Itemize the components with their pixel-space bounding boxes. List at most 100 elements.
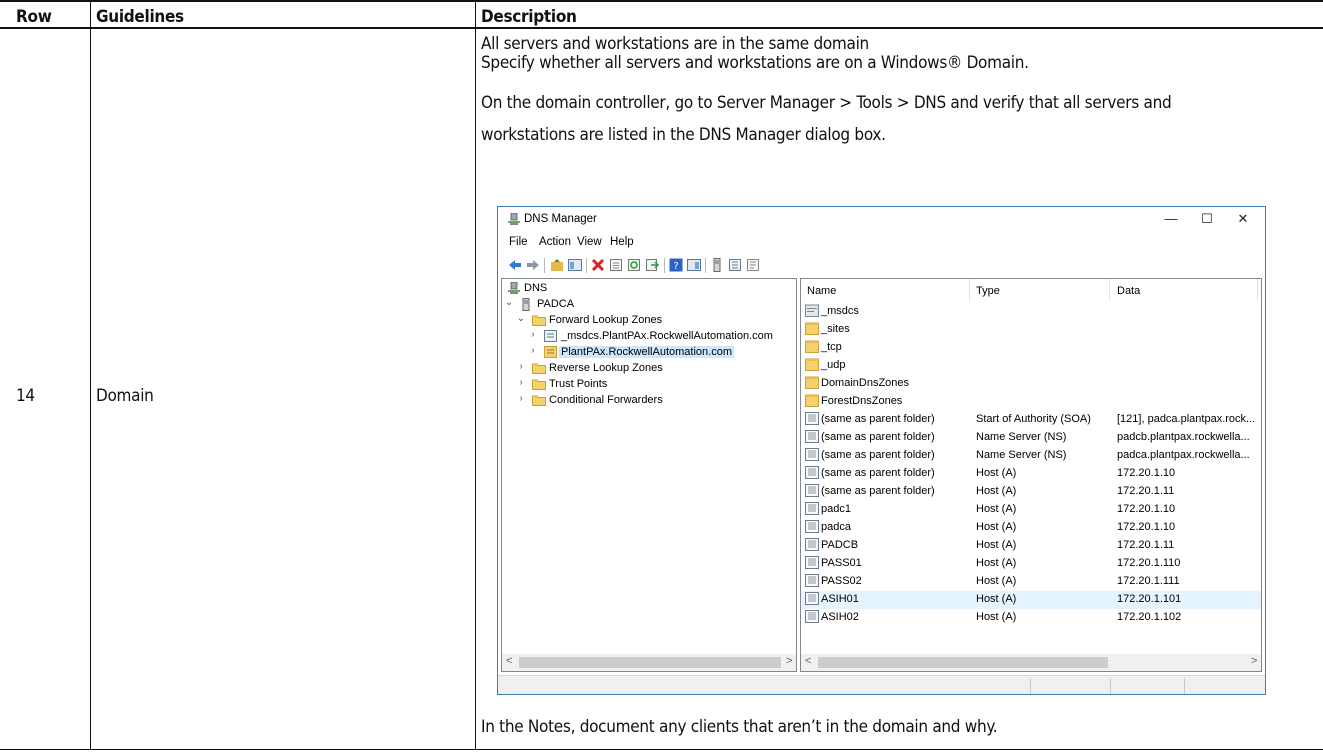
status-bar <box>498 675 1265 694</box>
column-type-header[interactable]: Type <box>976 285 1000 297</box>
minimize-button[interactable]: — <box>1154 209 1188 229</box>
tree-item-msdcs-zone[interactable]: › _msdcs.PlantPAx.RockwellAutomation.com <box>528 329 796 345</box>
table-row[interactable]: ASIH02 Host (A) 172.20.1.102 <box>801 609 1261 627</box>
scroll-right-icon[interactable]: > <box>786 655 792 667</box>
tree-label: PlantPAx.RockwellAutomation.com <box>559 346 734 358</box>
refresh-icon[interactable] <box>627 258 641 272</box>
table-row[interactable]: ASIH01 Host (A) 172.20.1.101 <box>801 591 1261 609</box>
record-type: Host (A) <box>976 521 1017 533</box>
record-name: _msdcs <box>821 305 859 317</box>
folder-icon <box>532 363 546 374</box>
zone-icon[interactable] <box>728 258 742 272</box>
column-divider[interactable] <box>1257 279 1258 301</box>
chevron-right-icon[interactable]: › <box>528 329 538 340</box>
menu-action[interactable]: Action <box>539 236 571 248</box>
tree-item-trust-points[interactable]: › Trust Points <box>516 377 786 393</box>
scroll-right-icon[interactable]: > <box>1251 655 1257 667</box>
record-data: 172.20.1.11 <box>1117 485 1175 497</box>
table-row[interactable]: _msdcs <box>801 303 1261 321</box>
tree-item-conditional-forwarders[interactable]: › Conditional Forwarders <box>516 393 786 409</box>
scroll-left-icon[interactable]: < <box>805 655 811 667</box>
record-name: PASS02 <box>821 575 862 587</box>
record-type: Host (A) <box>976 485 1017 497</box>
record-icon <box>805 484 819 500</box>
forward-arrow-icon[interactable] <box>526 258 540 272</box>
column-data-header[interactable]: Data <box>1117 285 1140 297</box>
show-hide-tree-icon[interactable] <box>568 258 582 272</box>
description-text: Specify whether all servers and workstat… <box>481 53 1029 73</box>
table-row[interactable]: _udp <box>801 357 1261 375</box>
export-list-icon[interactable] <box>645 258 659 272</box>
table-row[interactable]: PASS02 Host (A) 172.20.1.111 <box>801 573 1261 591</box>
table-row[interactable]: PASS01 Host (A) 172.20.1.110 <box>801 555 1261 573</box>
table-row[interactable]: (same as parent folder) Name Server (NS) p… <box>801 447 1261 465</box>
server-icon <box>522 298 530 311</box>
table-row[interactable]: PADCB Host (A) 172.20.1.11 <box>801 537 1261 555</box>
server-icon[interactable] <box>710 258 724 272</box>
table-row[interactable]: (same as parent folder) Start of Authorit… <box>801 411 1261 429</box>
record-type: Host (A) <box>976 557 1017 569</box>
menu-view[interactable]: View <box>577 236 602 248</box>
table-row[interactable]: _sites <box>801 321 1261 339</box>
toolbar-separator <box>705 258 706 273</box>
tree-label: Trust Points <box>549 378 608 390</box>
chevron-right-icon[interactable]: › <box>528 345 538 356</box>
window-title: DNS Manager <box>524 213 597 225</box>
chevron-down-icon[interactable]: ⌄ <box>516 313 526 324</box>
tree-item-padca[interactable]: ⌄ PADCA <box>504 297 784 313</box>
header-guidelines: Guidelines <box>96 7 184 27</box>
tree-item-dns[interactable]: DNS <box>504 281 784 297</box>
column-name-header[interactable]: Name <box>807 285 836 297</box>
menu-help[interactable]: Help <box>610 236 634 248</box>
scroll-thumb[interactable] <box>818 657 1108 668</box>
table-row[interactable]: ForestDnsZones <box>801 393 1261 411</box>
record-name: (same as parent folder) <box>821 413 935 425</box>
column-divider <box>475 0 476 750</box>
maximize-button[interactable]: ☐ <box>1190 209 1224 229</box>
record-icon <box>805 502 819 518</box>
column-divider[interactable] <box>969 279 970 301</box>
record-name: (same as parent folder) <box>821 449 935 461</box>
menu-file[interactable]: File <box>509 236 528 248</box>
tree-item-plantpax-zone[interactable]: › PlantPAx.RockwellAutomation.com <box>528 345 796 361</box>
table-row[interactable]: (same as parent folder) Host (A) 172.20.1.… <box>801 483 1261 501</box>
toolbar-separator <box>544 258 545 273</box>
properties-icon[interactable] <box>609 258 623 272</box>
table-bottom-border <box>0 749 1323 750</box>
delete-icon[interactable] <box>591 258 605 272</box>
tree-item-reverse-lookup-zones[interactable]: › Reverse Lookup Zones <box>516 361 786 377</box>
record-type: Host (A) <box>976 467 1017 479</box>
table-header-row: Row Guidelines Description <box>0 0 1323 29</box>
guideline-cell: Domain <box>96 386 154 406</box>
tree-horizontal-scrollbar[interactable]: < > <box>502 654 796 671</box>
table-row[interactable]: DomainDnsZones <box>801 375 1261 393</box>
record-name: ASIH01 <box>821 593 859 605</box>
scroll-thumb[interactable] <box>519 657 781 668</box>
console-icon[interactable] <box>687 258 701 272</box>
table-row[interactable]: (same as parent folder) Host (A) 172.20.1.… <box>801 465 1261 483</box>
chevron-down-icon[interactable]: ⌄ <box>504 297 514 308</box>
close-button[interactable]: ✕ <box>1226 209 1260 229</box>
record-type: Name Server (NS) <box>976 449 1067 461</box>
column-divider[interactable] <box>1109 279 1110 301</box>
table-row[interactable]: padca Host (A) 172.20.1.10 <box>801 519 1261 537</box>
back-arrow-icon[interactable] <box>508 258 522 272</box>
table-row[interactable]: (same as parent folder) Name Server (NS) p… <box>801 429 1261 447</box>
title-bar[interactable]: DNS Manager — ☐ ✕ <box>498 207 1265 231</box>
up-folder-icon[interactable] <box>550 258 564 272</box>
record-icon[interactable] <box>746 258 760 272</box>
list-horizontal-scrollbar[interactable]: < > <box>801 654 1261 671</box>
chevron-right-icon[interactable]: › <box>516 377 526 388</box>
chevron-right-icon[interactable]: › <box>516 361 526 372</box>
chevron-right-icon[interactable]: › <box>516 393 526 404</box>
description-heading: All servers and workstations are in the … <box>481 34 869 54</box>
scroll-left-icon[interactable]: < <box>506 655 512 667</box>
record-name: ASIH02 <box>821 611 859 623</box>
help-icon[interactable]: ? <box>669 258 683 272</box>
tree-item-forward-lookup-zones[interactable]: ⌄ Forward Lookup Zones <box>516 313 786 329</box>
column-divider <box>90 0 91 750</box>
delegated-folder-icon <box>805 304 819 320</box>
record-type: Host (A) <box>976 611 1017 623</box>
table-row[interactable]: _tcp <box>801 339 1261 357</box>
table-row[interactable]: padc1 Host (A) 172.20.1.10 <box>801 501 1261 519</box>
